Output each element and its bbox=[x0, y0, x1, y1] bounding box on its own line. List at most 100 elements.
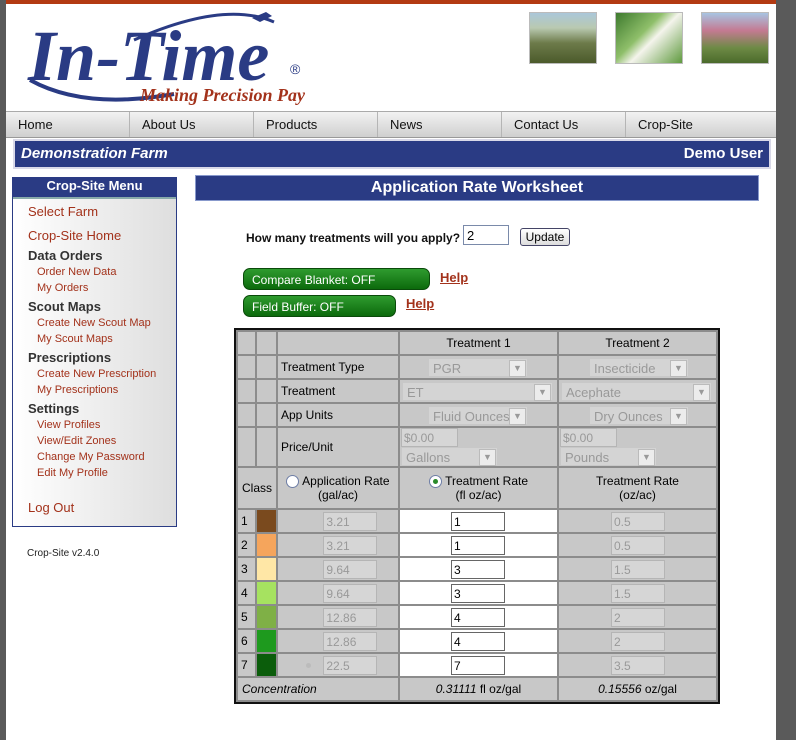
t1-app-units-select[interactable]: Fluid Ounces ▼ bbox=[428, 405, 528, 425]
row-radio[interactable] bbox=[303, 612, 314, 623]
t2-rate-input[interactable]: 2 bbox=[611, 607, 665, 627]
view-profiles-link[interactable]: View Profiles bbox=[37, 419, 100, 431]
app-rate-input[interactable]: 3.21 bbox=[323, 511, 378, 531]
t1-rate-input[interactable]: 4 bbox=[451, 607, 505, 627]
t1-rate-input[interactable]: 7 bbox=[451, 655, 505, 675]
t1-rate-input[interactable]: 1 bbox=[451, 511, 505, 531]
chevron-down-icon: ▼ bbox=[534, 383, 551, 401]
treatment-rate-radio[interactable] bbox=[428, 475, 442, 489]
t1-rate-input[interactable]: 4 bbox=[451, 631, 505, 651]
rate-rows: 1 3.21 1 0.5 2 3.21 1 0.5 3 9.64 3 1.5 4 9.64 3 1.5… bbox=[238, 510, 716, 676]
app-units-label: App Units bbox=[278, 404, 398, 426]
app-rate-input[interactable]: 12.86 bbox=[323, 631, 378, 651]
app-rate-cell: 22.5 bbox=[278, 654, 398, 676]
create-new-prescription-link[interactable]: Create New Prescription bbox=[37, 368, 156, 380]
nav-contact-us[interactable]: Contact Us bbox=[508, 112, 626, 137]
user-name: Demo User bbox=[683, 145, 763, 162]
t2-rate-input[interactable]: 2 bbox=[611, 631, 665, 651]
top-accent-bar bbox=[6, 0, 776, 4]
main-nav: Home About Us Products News Contact Us C… bbox=[6, 111, 776, 138]
t2-treatment-type-select[interactable]: Insecticide ▼ bbox=[589, 357, 689, 377]
crop-site-home-link[interactable]: Crop-Site Home bbox=[28, 228, 121, 243]
t2-treatment-rate-header: Treatment Rate (oz/ac) bbox=[559, 468, 716, 508]
log-out-link[interactable]: Log Out bbox=[28, 500, 74, 515]
t1-rate-input[interactable]: 3 bbox=[451, 583, 505, 603]
class-color-swatch bbox=[257, 558, 276, 580]
t2-rate-cell: 0.5 bbox=[559, 534, 716, 556]
t2-rate-input[interactable]: 0.5 bbox=[611, 535, 665, 555]
order-new-data-link[interactable]: Order New Data bbox=[37, 266, 116, 278]
row-radio[interactable] bbox=[303, 588, 314, 599]
t2-concentration: 0.15556 oz/gal bbox=[559, 678, 716, 700]
t1-rate-input[interactable]: 1 bbox=[451, 535, 505, 555]
t2-app-units-select[interactable]: Dry Ounces ▼ bbox=[589, 405, 689, 425]
t2-rate-input[interactable]: 0.5 bbox=[611, 511, 665, 531]
class-number: 4 bbox=[238, 582, 255, 604]
chevron-down-icon: ▼ bbox=[670, 359, 687, 377]
t1-concentration-unit: fl oz/gal bbox=[479, 682, 522, 696]
intime-logo[interactable]: In-Time ® Making Precision Pay bbox=[24, 10, 384, 111]
t2-rate-input[interactable]: 3.5 bbox=[611, 655, 665, 675]
t1-price-input[interactable]: $0.00 bbox=[401, 428, 458, 447]
edit-my-profile-link[interactable]: Edit My Profile bbox=[37, 467, 108, 479]
treatment-type-label: Treatment Type bbox=[278, 356, 398, 378]
app-rate-cell: 9.64 bbox=[278, 558, 398, 580]
nav-home[interactable]: Home bbox=[12, 112, 130, 137]
t2-rate-input[interactable]: 1.5 bbox=[611, 559, 665, 579]
prescriptions-heading: Prescriptions bbox=[28, 350, 112, 365]
t1-treatment-select[interactable]: ET ▼ bbox=[402, 381, 553, 401]
app-rate-input[interactable]: 12.86 bbox=[323, 607, 378, 627]
treatments-count-input[interactable] bbox=[463, 225, 509, 245]
nav-about-us[interactable]: About Us bbox=[136, 112, 254, 137]
nav-products[interactable]: Products bbox=[260, 112, 378, 137]
row-radio[interactable] bbox=[303, 516, 314, 527]
change-my-password-link[interactable]: Change My Password bbox=[37, 451, 145, 463]
my-orders-link[interactable]: My Orders bbox=[37, 282, 88, 294]
my-prescriptions-link[interactable]: My Prescriptions bbox=[37, 384, 118, 396]
concentration-label: Concentration bbox=[238, 678, 398, 700]
crop-site-menu: Crop-Site Menu Select Farm Crop-Site Hom… bbox=[12, 177, 177, 527]
t1-treatment-type-select[interactable]: PGR ▼ bbox=[428, 357, 528, 377]
application-rate-radio[interactable] bbox=[286, 475, 300, 489]
treatments-question: How many treatments will you apply? bbox=[246, 231, 461, 245]
price-unit-label: Price/Unit bbox=[278, 428, 398, 466]
class-number: 3 bbox=[238, 558, 255, 580]
field-buffer-toggle[interactable]: Field Buffer: OFF bbox=[243, 295, 396, 317]
t2-rate-input[interactable]: 1.5 bbox=[611, 583, 665, 603]
t1-rate-cell: 3 bbox=[400, 582, 557, 604]
t1-concentration-value: 0.31111 bbox=[435, 682, 477, 696]
t1-rate-cell: 4 bbox=[400, 630, 557, 652]
class-number: 6 bbox=[238, 630, 255, 652]
update-button[interactable]: Update bbox=[520, 228, 570, 246]
t2-price-input[interactable]: $0.00 bbox=[560, 428, 617, 447]
logo-text: In-Time bbox=[27, 16, 269, 96]
scout-maps-heading: Scout Maps bbox=[28, 299, 101, 314]
row-radio[interactable] bbox=[303, 660, 314, 671]
nav-crop-site[interactable]: Crop-Site bbox=[632, 112, 750, 137]
view-edit-zones-link[interactable]: View/Edit Zones bbox=[37, 435, 116, 447]
data-orders-heading: Data Orders bbox=[28, 248, 103, 263]
app-rate-input[interactable]: 3.21 bbox=[323, 535, 378, 555]
compare-blanket-toggle[interactable]: Compare Blanket: OFF bbox=[243, 268, 430, 290]
my-scout-maps-link[interactable]: My Scout Maps bbox=[37, 333, 113, 345]
t2-rate-cell: 1.5 bbox=[559, 582, 716, 604]
app-rate-input[interactable]: 9.64 bbox=[323, 559, 378, 579]
nav-news[interactable]: News bbox=[384, 112, 502, 137]
t2-price-unit-select[interactable]: Pounds ▼ bbox=[560, 447, 657, 466]
t1-price-unit-select[interactable]: Gallons ▼ bbox=[401, 447, 498, 466]
t1-treatment-rate-header: Treatment Rate (fl oz/ac) bbox=[400, 468, 557, 508]
compare-blanket-help-link[interactable]: Help bbox=[440, 270, 468, 285]
row-radio[interactable] bbox=[303, 564, 314, 575]
app-rate-input[interactable]: 22.5 bbox=[323, 655, 378, 675]
t1-rate-input[interactable]: 3 bbox=[451, 559, 505, 579]
t1-rate-cell: 7 bbox=[400, 654, 557, 676]
app-rate-input[interactable]: 9.64 bbox=[323, 583, 378, 603]
select-farm-link[interactable]: Select Farm bbox=[28, 204, 98, 219]
row-radio[interactable] bbox=[303, 636, 314, 647]
class-color-swatch bbox=[257, 582, 276, 604]
t2-rate-cell: 2 bbox=[559, 606, 716, 628]
row-radio[interactable] bbox=[303, 540, 314, 551]
t2-treatment-select[interactable]: Acephate ▼ bbox=[561, 381, 712, 401]
create-new-scout-map-link[interactable]: Create New Scout Map bbox=[37, 317, 151, 329]
field-buffer-help-link[interactable]: Help bbox=[406, 296, 434, 311]
